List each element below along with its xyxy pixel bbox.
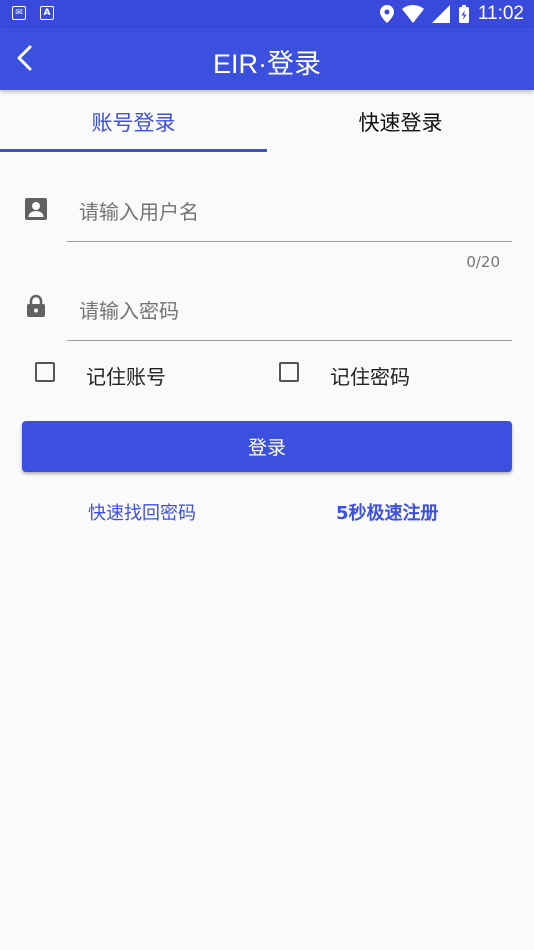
location-icon — [379, 5, 394, 23]
login-button[interactable]: 登录 — [22, 421, 512, 472]
username-input[interactable] — [67, 182, 512, 242]
page-title: EIR·登录 — [213, 49, 321, 79]
login-tabs: 账号登录 快速登录 — [0, 90, 534, 152]
password-input[interactable] — [67, 281, 512, 341]
mail-icon: ✉ — [12, 6, 26, 20]
username-counter: 0/20 — [466, 253, 500, 271]
app-bar: EIR·登录 — [0, 28, 534, 90]
tab-quick-login[interactable]: 快速登录 — [267, 90, 534, 152]
wifi-icon — [401, 5, 424, 23]
tab-account-login[interactable]: 账号登录 — [0, 90, 267, 152]
status-bar: ✉ A 11:02 — [0, 0, 534, 28]
a-icon: A — [40, 6, 54, 20]
remember-account-label: 记住账号 — [86, 365, 166, 389]
quick-register-link[interactable]: 5秒极速注册 — [336, 499, 439, 525]
battery-icon — [458, 5, 469, 23]
signal-icon — [431, 5, 450, 23]
account-box-icon — [25, 198, 47, 220]
remember-account-checkbox[interactable] — [35, 362, 55, 382]
remember-password-label: 记住密码 — [330, 365, 410, 389]
remember-password-checkbox[interactable] — [279, 362, 299, 382]
status-time: 11:02 — [477, 3, 524, 24]
lock-icon — [27, 294, 45, 317]
recover-password-link[interactable]: 快速找回密码 — [88, 499, 196, 525]
